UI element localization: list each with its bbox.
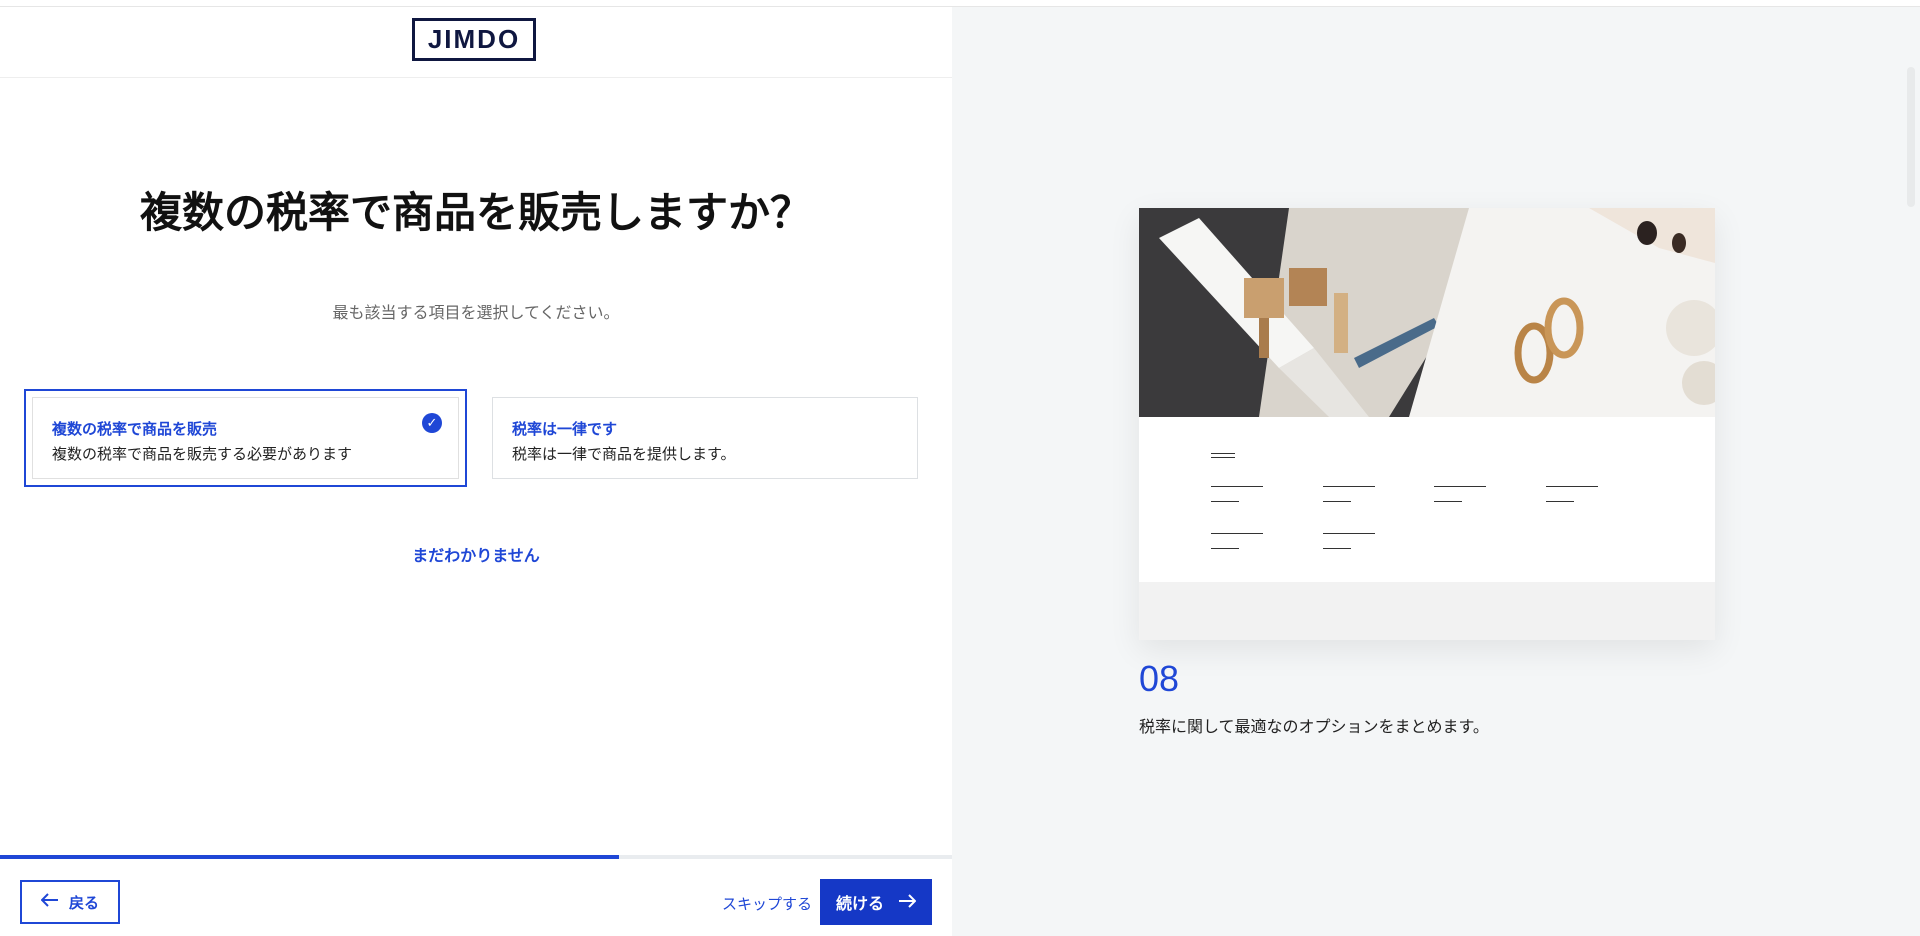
option-description: 税率は一律で商品を提供します。 xyxy=(512,445,736,463)
option-description: 複数の税率で商品を販売する必要があります xyxy=(52,445,353,463)
website-preview-card xyxy=(1139,208,1715,640)
header: JIMDO xyxy=(0,7,952,78)
preview-footer xyxy=(1139,582,1715,640)
step-number: 08 xyxy=(1139,658,1180,699)
scrollbar-thumb[interactable] xyxy=(1907,67,1915,207)
step-description: 税率に関して最適なのオプションをまとめます。 xyxy=(1139,717,1489,736)
arrow-right-icon xyxy=(898,893,917,912)
jimdo-logo: JIMDO xyxy=(412,18,536,61)
arrow-left-icon xyxy=(40,893,59,911)
preview-photo xyxy=(1139,208,1715,417)
progress-bar xyxy=(0,855,952,859)
question-subtitle: 最も該当する項目を選択してください。 xyxy=(332,303,620,322)
not-sure-link[interactable]: まだわかりません xyxy=(0,542,952,566)
vertical-scrollbar[interactable] xyxy=(1903,7,1920,936)
option-title: 税率は一律です xyxy=(512,420,618,438)
continue-button-label: 続ける xyxy=(835,894,884,913)
option-multiple-tax-rates[interactable]: 複数の税率で商品を販売 複数の税率で商品を販売する必要があります ✓ xyxy=(32,397,459,479)
option-title: 複数の税率で商品を販売 xyxy=(52,420,218,438)
checkmark-icon: ✓ xyxy=(422,413,442,433)
preview-panel: 08 税率に関して最適なのオプションをまとめます。 xyxy=(952,7,1920,936)
back-button-label: 戻る xyxy=(68,893,99,912)
browser-top-edge xyxy=(0,0,1920,7)
skip-link[interactable]: スキップする xyxy=(722,893,812,914)
continue-button[interactable]: 続ける xyxy=(820,879,932,925)
wizard-panel: JIMDO 複数の税率で商品を販売しますか？ 最も該当する項目を選択してください… xyxy=(0,7,952,936)
progress-fill xyxy=(0,855,619,859)
preview-navigation xyxy=(1139,417,1715,582)
question-title: 複数の税率で商品を販売しますか？ xyxy=(139,188,812,237)
back-button[interactable]: 戻る xyxy=(20,880,120,924)
option-single-tax-rate[interactable]: 税率は一律です 税率は一律で商品を提供します。 xyxy=(492,397,918,479)
